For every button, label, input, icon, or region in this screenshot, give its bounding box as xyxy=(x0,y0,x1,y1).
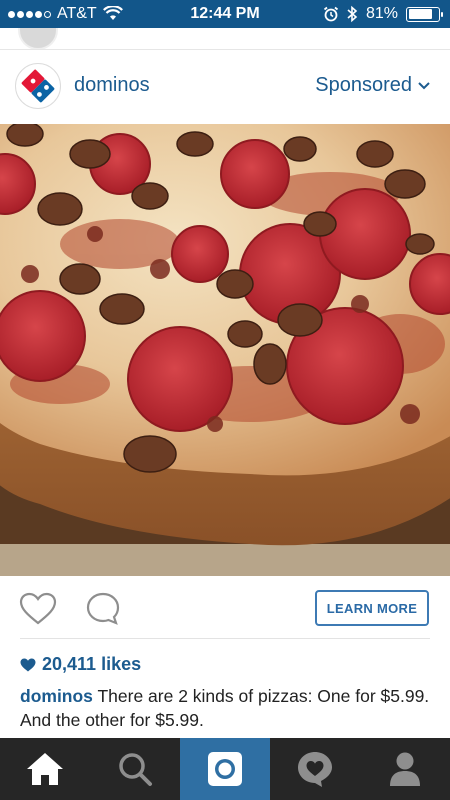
tab-search[interactable] xyxy=(90,738,180,800)
tab-camera[interactable] xyxy=(180,738,270,800)
alarm-icon xyxy=(323,6,339,22)
comment-icon xyxy=(86,592,120,625)
pizza-photo xyxy=(0,124,450,576)
heart-filled-icon xyxy=(20,658,36,671)
likes-count-row[interactable]: 20,411 likes xyxy=(20,654,141,675)
comment-button[interactable] xyxy=(85,591,121,627)
post-photo[interactable] xyxy=(0,124,450,576)
tab-activity[interactable] xyxy=(270,738,360,800)
post-header: dominos Sponsored xyxy=(0,50,450,124)
brand-logo-avatar[interactable] xyxy=(15,63,61,109)
dominos-logo-icon xyxy=(21,69,55,103)
wifi-icon xyxy=(102,6,123,20)
post-username[interactable]: dominos xyxy=(74,74,150,97)
sponsored-menu[interactable]: Sponsored xyxy=(315,74,430,97)
home-icon xyxy=(27,753,63,785)
sponsored-label: Sponsored xyxy=(315,74,412,96)
like-button[interactable] xyxy=(19,592,57,626)
battery-level xyxy=(408,9,432,19)
chevron-down-icon xyxy=(418,81,430,89)
tab-home[interactable] xyxy=(0,738,90,800)
camera-icon xyxy=(208,752,242,786)
carrier-label: AT&T xyxy=(57,5,97,22)
profile-icon xyxy=(390,752,420,786)
caption-username[interactable]: dominos xyxy=(20,686,93,706)
status-bar: AT&T 12:44 PM 81% xyxy=(0,0,450,28)
bottom-tab-bar xyxy=(0,738,450,800)
heart-icon xyxy=(19,592,57,625)
signal-strength-icon xyxy=(8,10,51,18)
learn-more-button[interactable]: LEARN MORE xyxy=(315,590,429,626)
search-icon xyxy=(119,753,152,786)
status-left: AT&T xyxy=(8,0,123,28)
avatar xyxy=(18,28,58,49)
bluetooth-icon xyxy=(347,5,358,23)
post-actions: LEARN MORE xyxy=(0,576,450,638)
battery-percent: 81% xyxy=(365,5,398,22)
likes-count: 20,411 likes xyxy=(42,654,142,674)
activity-icon xyxy=(298,752,332,787)
divider xyxy=(20,638,430,639)
battery-icon xyxy=(406,6,443,22)
tab-profile[interactable] xyxy=(360,738,450,800)
status-right: 81% xyxy=(323,0,443,28)
previous-post-remnant xyxy=(0,28,450,50)
post-caption: dominos There are 2 kinds of pizzas: One… xyxy=(20,684,435,732)
